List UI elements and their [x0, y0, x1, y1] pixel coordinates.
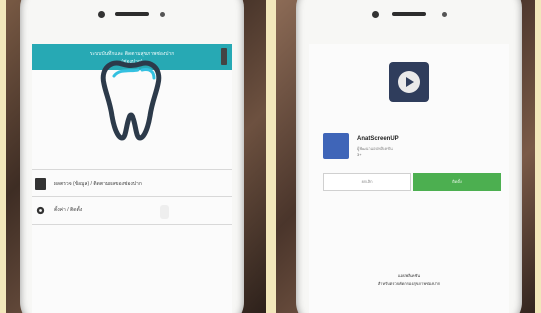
overflow-menu-icon[interactable] — [221, 48, 227, 65]
app-rating: 3+ — [357, 152, 362, 157]
app-thumbnail — [323, 133, 349, 159]
border-right — [535, 0, 541, 313]
front-camera-icon — [372, 11, 379, 18]
sensor-icon — [160, 12, 165, 17]
border-divider — [266, 0, 276, 313]
app-developer: ผู้พัฒนาแอปพลิเคชัน — [357, 146, 393, 151]
cancel-button[interactable]: ยกเลิก — [323, 173, 411, 191]
list-item-settings[interactable]: ตั้งค่า / ติดตั้ง — [32, 200, 232, 222]
list-divider — [32, 224, 232, 225]
sensor-icon — [442, 12, 447, 17]
tooth-icon — [100, 60, 162, 141]
touch-indicator — [160, 205, 169, 219]
install-button[interactable]: ติดตั้ง — [413, 173, 501, 191]
video-play-icon — [389, 62, 429, 102]
speaker-grille — [392, 12, 426, 16]
phone-right: AnatScreenUP ผู้พัฒนาแอปพลิเคชัน 3+ ยกเล… — [296, 0, 522, 313]
account-icon — [35, 178, 46, 190]
photo-left: ระบบบันทึกและ ติดตามสุขภาพช่องปาก (ช่องป… — [0, 0, 266, 313]
list-item-records-label: ผลตรวจ (ข้อมูล) / ติดตามผลของช่องปาก — [54, 181, 142, 187]
left-screen: ระบบบันทึกและ ติดตามสุขภาพช่องปาก (ช่องป… — [32, 44, 232, 313]
photo-right: AnatScreenUP ผู้พัฒนาแอปพลิเคชัน 3+ ยกเล… — [276, 0, 541, 313]
app-name: AnatScreenUP — [357, 136, 399, 142]
gear-icon — [36, 206, 45, 215]
border-left — [0, 0, 6, 313]
list-item-settings-label: ตั้งค่า / ติดตั้ง — [54, 207, 83, 213]
speaker-grille — [115, 12, 149, 16]
front-camera-icon — [98, 11, 105, 18]
play-triangle — [406, 77, 414, 87]
phone-left: ระบบบันทึกและ ติดตามสุขภาพช่องปาก (ช่องป… — [20, 0, 244, 313]
list-divider — [32, 196, 232, 197]
footer-line-1: แอปพลิเคชัน — [397, 273, 421, 278]
footer-line-2: สำหรับตรวจคัดกรองสุขภาพช่องปาก — [377, 281, 441, 286]
list-item-records[interactable]: ผลตรวจ (ข้อมูล) / ติดตามผลของช่องปาก — [32, 174, 232, 196]
right-screen: AnatScreenUP ผู้พัฒนาแอปพลิเคชัน 3+ ยกเล… — [309, 44, 509, 313]
list-divider — [32, 169, 232, 170]
